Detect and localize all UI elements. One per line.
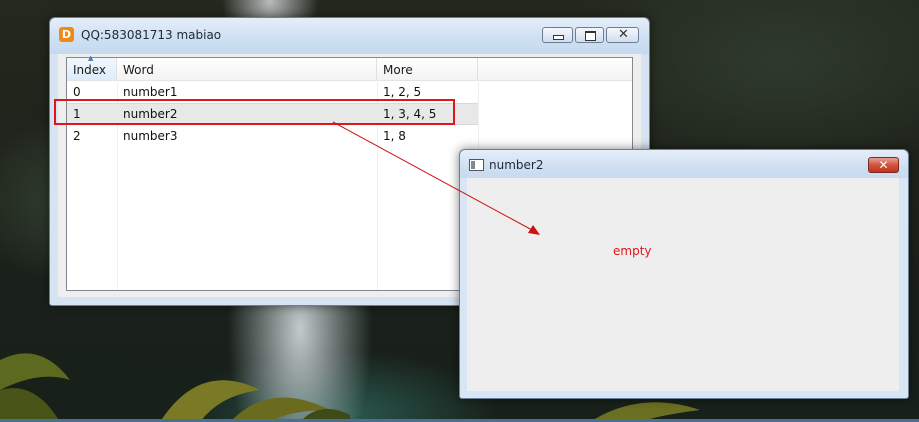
- child-client-area: empty: [467, 178, 899, 391]
- close-icon: ✕: [618, 27, 629, 42]
- minimize-icon: [553, 35, 564, 40]
- minimize-button[interactable]: [542, 27, 573, 43]
- child-window: number2 ✕ empty: [459, 149, 909, 399]
- maximize-icon: [585, 31, 596, 41]
- main-titlebar[interactable]: D QQ:583081713 mabiao ✕: [50, 18, 649, 54]
- close-button[interactable]: ✕: [606, 27, 639, 43]
- app-logo-icon: D: [59, 27, 74, 42]
- column-header-more[interactable]: More: [377, 58, 478, 80]
- sort-ascending-icon: ▲: [88, 54, 94, 62]
- column-header-word[interactable]: Word: [117, 58, 377, 80]
- close-icon: ✕: [878, 158, 889, 172]
- window-icon: [469, 159, 484, 171]
- cell-word: number3: [123, 129, 178, 143]
- child-titlebar[interactable]: number2 ✕: [460, 150, 908, 178]
- empty-label: empty: [613, 244, 652, 258]
- column-header-index[interactable]: ▲ Index: [67, 54, 117, 80]
- table-row[interactable]: 2 number3 1, 8: [67, 125, 632, 147]
- table-header: ▲ Index Word More: [67, 54, 632, 81]
- cell-more: 1, 8: [383, 129, 406, 143]
- cell-index: 2: [73, 129, 81, 143]
- main-window-title: QQ:583081713 mabiao: [81, 28, 222, 42]
- child-close-button[interactable]: ✕: [868, 157, 899, 173]
- maximize-button[interactable]: [575, 27, 604, 43]
- selected-row-highlight-annotation: [54, 99, 455, 125]
- child-window-title: number2: [489, 158, 544, 172]
